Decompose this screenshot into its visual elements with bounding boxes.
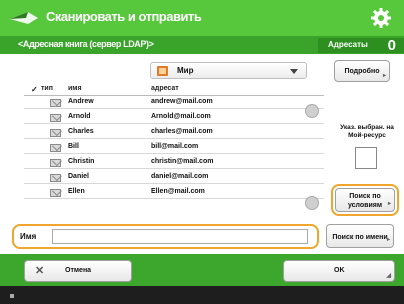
search-conditions-button-label: Поиск по условиям bbox=[347, 193, 383, 209]
destinations-label: Адресаты bbox=[328, 40, 368, 49]
address-list: Andrew andrew@mail.com Arnold Arnold@mai… bbox=[24, 96, 324, 212]
chevron-down-icon bbox=[290, 69, 298, 74]
arrow-icon: ◢ bbox=[386, 273, 391, 279]
list-item[interactable]: Charles charles@mail.com bbox=[24, 126, 324, 139]
list-item[interactable]: Christin christin@mail.com bbox=[24, 156, 324, 169]
status-indicator bbox=[10, 294, 14, 298]
entry-name: Bill bbox=[68, 143, 79, 150]
search-by-name-button[interactable]: Поиск по имени ▸ bbox=[326, 224, 394, 248]
details-button[interactable]: Подробно ▸ bbox=[334, 60, 390, 82]
ok-button[interactable]: OK ◢ bbox=[283, 260, 395, 282]
arrow-icon: ▸ bbox=[387, 201, 391, 207]
scroll-up-button[interactable] bbox=[305, 104, 319, 118]
header-type: тип bbox=[41, 85, 53, 92]
cancel-button-label: Отмена bbox=[65, 267, 92, 274]
check-column-icon: ✓ bbox=[31, 85, 38, 94]
entry-address: daniel@mail.com bbox=[151, 173, 209, 180]
details-button-label: Подробно bbox=[344, 67, 380, 75]
sub-bar: <Адресная книга (сервер LDAP)> Адресаты … bbox=[0, 36, 404, 54]
email-icon bbox=[50, 144, 61, 152]
entry-name: Ellen bbox=[68, 188, 85, 195]
name-filter-row: Имя bbox=[12, 224, 319, 249]
address-book-icon bbox=[157, 66, 168, 76]
arrow-icon: ▸ bbox=[382, 73, 386, 79]
entry-address: bill@mail.com bbox=[151, 143, 199, 150]
search-by-name-button-label: Поиск по имени bbox=[332, 233, 388, 241]
entry-address: charles@mail.com bbox=[151, 128, 213, 135]
list-item[interactable]: Daniel daniel@mail.com bbox=[24, 171, 324, 184]
entry-name: Charles bbox=[68, 128, 94, 135]
page-title: Сканировать и отправить bbox=[46, 9, 202, 24]
email-icon bbox=[50, 174, 61, 182]
email-icon bbox=[50, 129, 61, 137]
arrow-icon: ▸ bbox=[386, 237, 390, 243]
email-icon bbox=[50, 99, 61, 107]
scroll-down-button[interactable] bbox=[305, 196, 319, 210]
name-filter-input[interactable] bbox=[52, 229, 308, 244]
header-address: адресат bbox=[151, 85, 179, 92]
destinations-count: 0 bbox=[387, 37, 396, 54]
address-book-select[interactable]: Мир bbox=[150, 62, 307, 79]
scan-send-arrow-icon bbox=[10, 12, 38, 24]
my-resource-label: Указ. выбран. на Мой-ресурс bbox=[340, 124, 394, 139]
list-scrollbar[interactable] bbox=[303, 104, 321, 212]
entry-name: Christin bbox=[68, 158, 95, 165]
entry-address: andrew@mail.com bbox=[151, 98, 213, 105]
header-name: имя bbox=[68, 85, 82, 92]
email-icon bbox=[50, 114, 61, 122]
my-resource-checkbox[interactable] bbox=[355, 147, 377, 169]
ok-button-label: OK bbox=[334, 267, 345, 274]
entry-name: Arnold bbox=[68, 113, 91, 120]
title-bar: Сканировать и отправить bbox=[0, 0, 404, 36]
gear-icon[interactable] bbox=[370, 7, 392, 29]
name-filter-label: Имя bbox=[20, 232, 37, 241]
destinations-counter: Адресаты 0 bbox=[318, 37, 404, 54]
email-icon bbox=[50, 159, 61, 167]
cancel-button[interactable]: ✕ Отмена bbox=[24, 260, 132, 282]
entry-address: Ellen@mail.com bbox=[151, 188, 205, 195]
search-conditions-button[interactable]: Поиск по условиям ▸ bbox=[335, 188, 395, 212]
breadcrumb: <Адресная книга (сервер LDAP)> bbox=[18, 39, 154, 49]
list-item[interactable]: Bill bill@mail.com bbox=[24, 141, 324, 154]
entry-address: christin@mail.com bbox=[151, 158, 214, 165]
list-item[interactable]: Andrew andrew@mail.com bbox=[24, 96, 324, 109]
list-item[interactable]: Ellen Ellen@mail.com bbox=[24, 186, 324, 199]
address-book-select-value: Мир bbox=[177, 66, 194, 75]
entry-address: Arnold@mail.com bbox=[151, 113, 211, 120]
list-item[interactable]: Arnold Arnold@mail.com bbox=[24, 111, 324, 124]
status-bar bbox=[0, 286, 404, 304]
entry-name: Andrew bbox=[68, 98, 94, 105]
email-icon bbox=[50, 189, 61, 197]
close-icon: ✕ bbox=[35, 265, 45, 277]
entry-name: Daniel bbox=[68, 173, 90, 180]
